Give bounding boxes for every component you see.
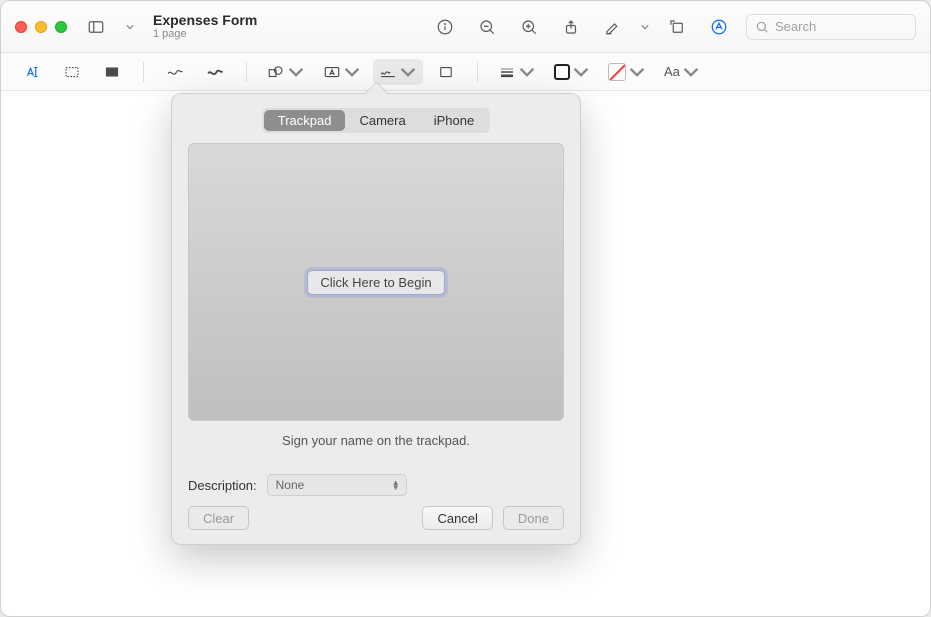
text-style-label: Aa — [664, 64, 680, 79]
clear-button[interactable]: Clear — [188, 506, 249, 530]
sign-tool[interactable] — [373, 59, 423, 85]
document-subtitle: 1 page — [153, 28, 257, 41]
chevron-down-icon — [628, 64, 646, 80]
signature-source-tabs: Trackpad Camera iPhone — [262, 108, 490, 133]
text-cursor-icon — [23, 64, 41, 80]
toolbar-separator — [143, 62, 144, 82]
stroke-color-swatch — [554, 64, 570, 80]
sketch-icon — [166, 64, 184, 80]
shapes-icon — [267, 64, 285, 80]
sidebar-menu-chevron[interactable] — [125, 23, 135, 31]
signature-popover: Trackpad Camera iPhone Click Here to Beg… — [171, 93, 581, 545]
shapes-tool[interactable] — [261, 59, 311, 85]
title-block: Expenses Form 1 page — [153, 12, 257, 41]
chevron-down-icon — [572, 64, 590, 80]
share-icon — [562, 18, 580, 36]
search-icon — [755, 20, 769, 34]
zoom-out-icon — [478, 18, 496, 36]
fill-color-tool[interactable] — [602, 59, 652, 85]
select-stepper-icon: ▲▼ — [392, 480, 400, 490]
highlight-button[interactable] — [598, 13, 628, 41]
sketch-tool[interactable] — [158, 59, 192, 85]
signature-capture-area[interactable]: Click Here to Begin — [188, 143, 564, 421]
begin-signing-button[interactable]: Click Here to Begin — [307, 270, 444, 295]
rotate-button[interactable] — [662, 13, 692, 41]
line-style-tool[interactable] — [492, 59, 542, 85]
markup-icon — [710, 18, 728, 36]
document-title: Expenses Form — [153, 12, 257, 28]
chevron-down-icon — [399, 64, 417, 80]
toolbar-separator — [477, 62, 478, 82]
cancel-button[interactable]: Cancel — [422, 506, 492, 530]
line-weight-icon — [498, 64, 516, 80]
chevron-down-icon — [343, 64, 361, 80]
toolbar-right-group: Search — [430, 13, 916, 41]
close-window-button[interactable] — [15, 21, 27, 33]
redact-tool[interactable] — [95, 59, 129, 85]
info-button[interactable] — [430, 13, 460, 41]
popover-footer: Clear Cancel Done — [188, 506, 564, 530]
titlebar: Expenses Form 1 page — [1, 1, 930, 53]
highlight-menu-chevron[interactable] — [640, 23, 650, 31]
chevron-down-icon — [682, 64, 700, 80]
draw-icon — [206, 64, 224, 80]
done-button[interactable]: Done — [503, 506, 564, 530]
sidebar-toggle-button[interactable] — [81, 13, 111, 41]
note-tool[interactable] — [429, 59, 463, 85]
description-row: Description: None ▲▼ — [188, 474, 564, 496]
fill-color-swatch — [608, 63, 626, 81]
zoom-in-button[interactable] — [514, 13, 544, 41]
signature-instruction: Sign your name on the trackpad. — [188, 433, 564, 448]
signature-icon — [379, 64, 397, 80]
search-field[interactable]: Search — [746, 14, 916, 40]
search-placeholder: Search — [775, 19, 816, 34]
highlight-icon — [604, 18, 622, 36]
chevron-down-icon — [287, 64, 305, 80]
window-controls — [15, 21, 67, 33]
toolbar-separator — [246, 62, 247, 82]
text-box-icon — [323, 64, 341, 80]
rotate-icon — [668, 18, 686, 36]
markup-toolbar: Aa — [1, 53, 930, 91]
text-style-tool[interactable]: Aa — [658, 59, 706, 85]
tab-camera[interactable]: Camera — [345, 110, 419, 131]
markup-button[interactable] — [704, 13, 734, 41]
sidebar-icon — [87, 18, 105, 36]
note-icon — [437, 64, 455, 80]
tab-iphone[interactable]: iPhone — [420, 110, 488, 131]
chevron-down-icon — [126, 23, 134, 31]
tab-trackpad[interactable]: Trackpad — [264, 110, 346, 131]
draw-tool[interactable] — [198, 59, 232, 85]
description-value: None — [276, 478, 305, 492]
description-select[interactable]: None ▲▼ — [267, 474, 407, 496]
minimize-window-button[interactable] — [35, 21, 47, 33]
description-label: Description: — [188, 478, 257, 493]
chevron-down-icon — [641, 23, 649, 31]
zoom-window-button[interactable] — [55, 21, 67, 33]
zoom-out-button[interactable] — [472, 13, 502, 41]
share-button[interactable] — [556, 13, 586, 41]
text-selection-tool[interactable] — [15, 59, 49, 85]
redact-icon — [103, 64, 121, 80]
chevron-down-icon — [518, 64, 536, 80]
preview-window: Expenses Form 1 page — [0, 0, 931, 617]
zoom-in-icon — [520, 18, 538, 36]
rect-select-icon — [63, 64, 81, 80]
document-canvas: Trackpad Camera iPhone Click Here to Beg… — [1, 91, 930, 616]
text-tool[interactable] — [317, 59, 367, 85]
info-icon — [436, 18, 454, 36]
stroke-color-tool[interactable] — [548, 59, 596, 85]
rect-selection-tool[interactable] — [55, 59, 89, 85]
